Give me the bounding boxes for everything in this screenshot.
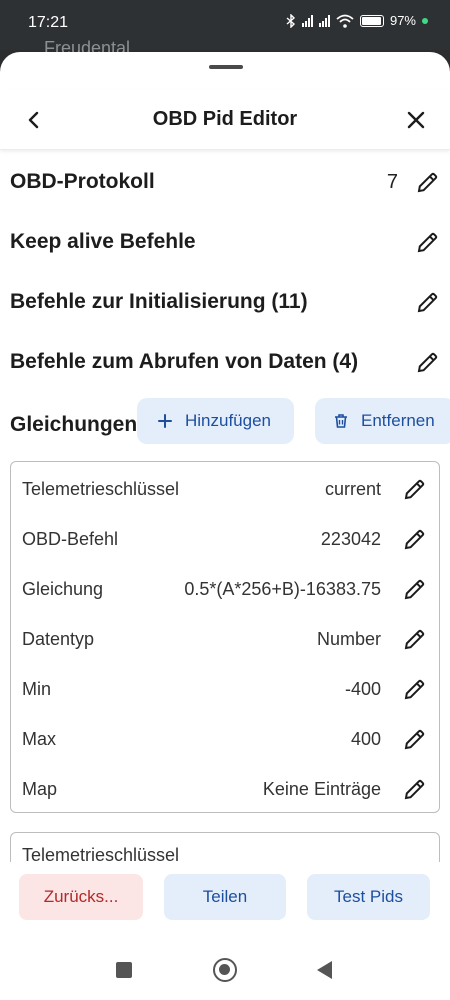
row-key: Max bbox=[22, 728, 57, 749]
home-icon[interactable] bbox=[213, 958, 237, 982]
pencil-icon[interactable] bbox=[403, 727, 427, 751]
wifi-icon bbox=[336, 14, 354, 28]
status-icons: 97% bbox=[286, 13, 428, 28]
back-nav-icon[interactable] bbox=[317, 961, 332, 979]
share-button[interactable]: Teilen bbox=[164, 874, 286, 920]
card-row-equation[interactable]: Gleichung 0.5*(A*256+B)-16383.75 bbox=[22, 571, 427, 607]
pencil-icon[interactable] bbox=[416, 350, 440, 374]
row-value: 223042 bbox=[320, 528, 381, 549]
row-value: Number bbox=[316, 628, 381, 649]
recents-icon[interactable] bbox=[116, 962, 132, 978]
editor-sheet: OBD Pid Editor OBD-Protokoll 7 Keep aliv… bbox=[0, 52, 450, 1000]
card-row-max[interactable]: Max 400 bbox=[22, 721, 427, 757]
card-row-obd-command[interactable]: OBD-Befehl 223042 bbox=[22, 521, 427, 557]
equation-card-2: Telemetrieschlüssel bbox=[10, 832, 440, 862]
row-key: Min bbox=[22, 678, 52, 699]
section-label: OBD-Protokoll bbox=[10, 170, 155, 193]
row-value: Keine Einträge bbox=[262, 778, 381, 799]
remove-equation-button[interactable]: Entfernen bbox=[315, 398, 450, 444]
test-pids-button[interactable]: Test Pids bbox=[307, 874, 430, 920]
row-key: Map bbox=[22, 778, 58, 799]
section-data-commands[interactable]: Befehle zum Abrufen von Daten (4) bbox=[10, 342, 440, 382]
equation-card: Telemetrieschlüssel current OBD-Befehl 2… bbox=[10, 461, 440, 813]
row-key: Telemetrieschlüssel bbox=[22, 845, 180, 862]
section-label: Befehle zur Initialisierung (11) bbox=[10, 290, 308, 313]
add-equation-button[interactable]: Hinzufügen bbox=[137, 398, 294, 444]
card-row-data-type[interactable]: Datentyp Number bbox=[22, 621, 427, 657]
row-key: Gleichung bbox=[22, 578, 104, 599]
pencil-icon[interactable] bbox=[403, 477, 427, 501]
pencil-icon[interactable] bbox=[403, 577, 427, 601]
reset-button[interactable]: Zurücks... bbox=[19, 874, 143, 920]
pencil-icon[interactable] bbox=[403, 527, 427, 551]
signal-icon-2 bbox=[318, 14, 330, 27]
row-value: current bbox=[324, 478, 381, 499]
row-value: -400 bbox=[344, 678, 381, 699]
pencil-icon[interactable] bbox=[416, 230, 440, 254]
page-title: OBD Pid Editor bbox=[152, 108, 298, 130]
system-nav-bar bbox=[0, 952, 450, 1000]
signal-icon bbox=[301, 14, 313, 27]
card-row-telemetry-key[interactable]: Telemetrieschlüssel current bbox=[22, 471, 427, 507]
status-time: 17:21 bbox=[28, 14, 69, 31]
section-label: Befehle zum Abrufen von Daten (4) bbox=[10, 350, 359, 373]
pencil-icon[interactable] bbox=[403, 777, 427, 801]
pencil-icon[interactable] bbox=[416, 290, 440, 314]
card-row-map[interactable]: Map Keine Einträge bbox=[22, 771, 427, 807]
sheet-header: OBD Pid Editor bbox=[0, 90, 450, 150]
trash-icon bbox=[335, 414, 347, 428]
bluetooth-icon bbox=[286, 13, 295, 28]
section-value: 7 bbox=[386, 170, 398, 193]
section-init-commands[interactable]: Befehle zur Initialisierung (11) bbox=[10, 282, 440, 322]
section-keep-alive[interactable]: Keep alive Befehle bbox=[10, 222, 440, 262]
plus-icon bbox=[158, 414, 172, 428]
pencil-icon[interactable] bbox=[416, 170, 440, 194]
row-value: 0.5*(A*256+B)-16383.75 bbox=[184, 578, 381, 599]
back-arrow-icon[interactable] bbox=[22, 108, 46, 132]
row-key: Datentyp bbox=[22, 628, 95, 649]
section-label: Keep alive Befehle bbox=[10, 230, 196, 253]
remove-equation-label: Entfernen bbox=[361, 411, 435, 430]
row-value: 400 bbox=[350, 728, 381, 749]
card-row-min[interactable]: Min -400 bbox=[22, 671, 427, 707]
row-key: OBD-Befehl bbox=[22, 528, 119, 549]
status-bar: 17:21 Freudental 97% bbox=[0, 0, 450, 58]
add-equation-label: Hinzufügen bbox=[185, 411, 272, 430]
pencil-icon[interactable] bbox=[403, 677, 427, 701]
close-icon[interactable] bbox=[404, 108, 428, 132]
battery-icon bbox=[359, 14, 384, 27]
drag-handle[interactable] bbox=[209, 65, 243, 69]
section-obd-protocol[interactable]: OBD-Protokoll 7 bbox=[10, 162, 440, 202]
equations-label: Gleichungen bbox=[10, 413, 138, 436]
pencil-icon[interactable] bbox=[403, 627, 427, 651]
footer-actions: Zurücks... Teilen Test Pids bbox=[0, 862, 450, 952]
privacy-dot-icon bbox=[422, 17, 428, 24]
row-key: Telemetrieschlüssel bbox=[22, 478, 180, 499]
battery-level: 97% bbox=[389, 13, 416, 28]
